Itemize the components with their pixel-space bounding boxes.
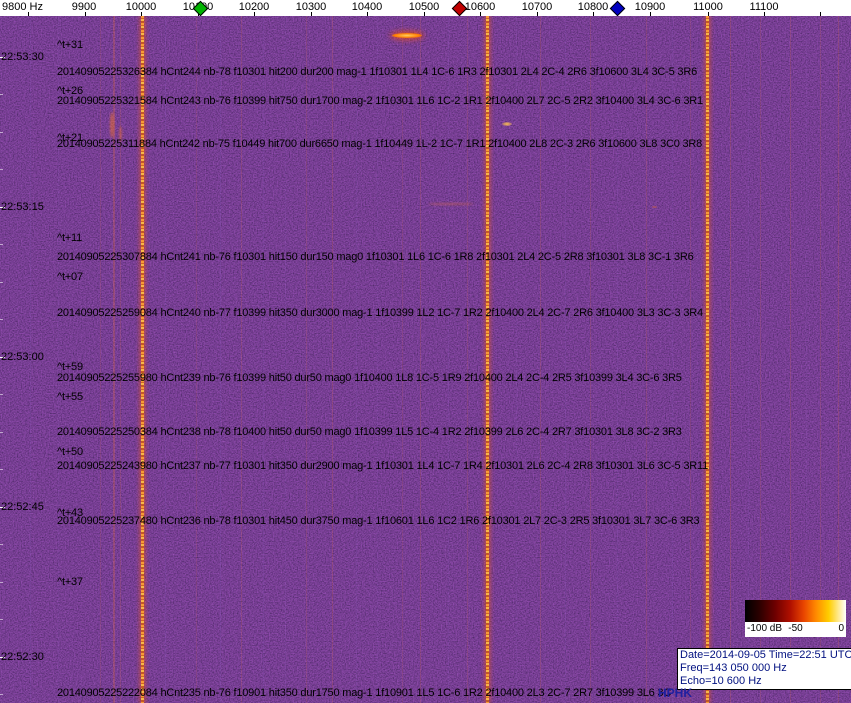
time-label: 22:53:15 — [1, 201, 44, 213]
spectrogram-app: 9800 Hz 9900 10000 10100 10200 10300 104… — [0, 0, 851, 703]
db-label-mid: -50 — [788, 623, 802, 634]
freq-tick — [311, 12, 312, 16]
detection-line: 20140905225250384 hCnt238 nb-78 f10400 h… — [57, 426, 682, 438]
frequency-axis: 9800 Hz 9900 10000 10100 10200 10300 104… — [0, 0, 851, 16]
detection-line: 20140905225222084 hCnt235 nb-76 f10901 h… — [57, 687, 671, 699]
freq-tick — [367, 12, 368, 16]
freq-tick — [424, 12, 425, 16]
detection-line: 20140905225259084 hCnt240 nb-77 f10399 h… — [57, 307, 703, 319]
db-label-max: 0 — [838, 623, 844, 634]
info-date-line: Date=2014-09-05 Time=22:51 UTC — [680, 649, 850, 662]
freq-tick — [820, 12, 821, 16]
event-marker: ^t+55 — [57, 391, 83, 403]
event-marker: ^t+31 — [57, 39, 83, 51]
info-box: Date=2014-09-05 Time=22:51 UTC Freq=143 … — [677, 648, 851, 690]
freq-tick — [708, 12, 709, 16]
detection-line: 20140905225326384 hCnt244 nb-78 f10301 h… — [57, 66, 697, 78]
carrier-line-10000 — [141, 16, 144, 703]
time-label: 22:53:30 — [1, 51, 44, 63]
db-label-min: -100 dB — [747, 623, 782, 634]
detection-line: 20140905225311884 hCnt242 nb-75 f10449 h… — [57, 138, 702, 150]
event-marker: ^t+37 — [57, 576, 83, 588]
freq-tick — [650, 12, 651, 16]
freq-label: 9800 Hz — [2, 1, 43, 13]
info-echo-line: Echo=10 600 Hz — [680, 675, 850, 688]
carrier-line-10600 — [486, 16, 489, 703]
meteor-echo — [392, 33, 422, 38]
meteor-echo — [652, 206, 657, 208]
info-freq-line: Freq=143 050 000 Hz — [680, 662, 850, 675]
event-marker: ^t+11 — [57, 232, 82, 244]
freq-tick — [85, 12, 86, 16]
time-label: 22:52:45 — [1, 501, 44, 513]
db-scale-legend: -100 dB -50 0 — [745, 600, 846, 637]
db-gradient-bar — [745, 600, 846, 622]
time-label: 22:52:30 — [1, 651, 44, 663]
meteor-echo — [110, 112, 114, 138]
freq-label: 9900 — [72, 1, 96, 13]
detection-line: 20140905225237480 hCnt236 nb-78 f10301 h… — [57, 515, 699, 527]
detection-line: 20140905225243980 hCnt237 nb-77 f10301 h… — [57, 460, 708, 472]
detection-line: 20140905225255980 hCnt239 nb-76 f10399 h… — [57, 372, 682, 384]
freq-tick — [593, 12, 594, 16]
meteor-echo — [428, 203, 474, 205]
freq-tick — [254, 12, 255, 16]
time-label: 22:53:00 — [1, 351, 44, 363]
meteor-echo — [502, 122, 512, 126]
carrier-line-11000 — [706, 16, 709, 703]
freq-tick — [480, 12, 481, 16]
freq-tick — [537, 12, 538, 16]
freq-tick — [28, 12, 29, 16]
spectrogram-waterfall — [0, 16, 851, 703]
event-marker: ^t+07 — [57, 271, 83, 283]
detection-line: 20140905225321584 hCnt243 nb-76 f10399 h… — [57, 95, 703, 107]
detection-line: 20140905225307884 hCnt241 nb-76 f10301 h… — [57, 251, 694, 263]
event-marker: ^t+50 — [57, 446, 83, 458]
freq-tick — [764, 12, 765, 16]
db-scale-labels: -100 dB -50 0 — [745, 622, 846, 637]
station-id: HPHK — [658, 686, 692, 700]
freq-tick — [141, 12, 142, 16]
